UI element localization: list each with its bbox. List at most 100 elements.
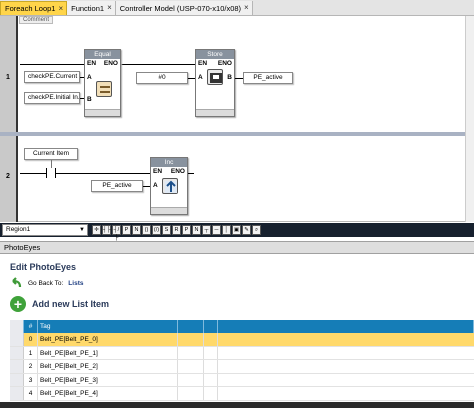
plus-icon: + [10,296,26,312]
en-port: EN [87,60,97,67]
var-pe-active-inc[interactable]: PE_active [91,180,143,192]
compare-icon [96,81,112,97]
reset-coil-icon[interactable]: R [172,225,181,235]
tab-foreach-loop1[interactable]: Foreach Loop1 × [0,1,68,15]
crosshair-icon[interactable]: ✛ [92,225,101,235]
coil-icon[interactable]: () [142,225,151,235]
row-cell-empty [218,374,474,387]
row-cell-empty [178,346,204,359]
equal-function-block[interactable]: Equal EN ENO A B [84,49,121,117]
document-tabstrip: Foreach Loop1 × Function1 × Controller M… [0,0,474,16]
row-tag[interactable]: Belt_PE[Belt_PE_1] [38,346,178,359]
tab-function1[interactable]: Function1 × [67,1,116,15]
table-row[interactable]: 3 Belt_PE[Belt_PE_3] [10,373,474,387]
go-back-label: Go Back To: [28,279,64,287]
row-tag[interactable]: Belt_PE[Belt_PE_0] [38,333,178,346]
block-ports: EN ENO [196,59,234,68]
row-tag[interactable]: Belt_PE[Belt_PE_3] [38,373,178,386]
table-row[interactable]: 2 Belt_PE[Belt_PE_2] [10,360,474,374]
row-tag[interactable]: Belt_PE[Belt_PE_2] [38,360,178,373]
wire-icon[interactable]: ─ [212,225,221,235]
coil-p-icon[interactable]: P [182,225,191,235]
list-items-grid: # Tag 0 Belt_PE[Belt_PE_0] 1 Belt_PE[Belt_P… [10,320,474,401]
var-check-initial[interactable]: checkPE.Initial In... [24,92,80,104]
store-function-block[interactable]: Store EN ENO A B [195,49,235,117]
tab-label: Function1 [71,3,105,13]
row-number: 1 [24,346,38,359]
block-icon[interactable]: ▣ [232,225,241,235]
region-dropdown[interactable]: Region1 ▼ [2,224,88,236]
rung-number: 2 [6,173,10,180]
close-icon[interactable]: × [58,4,63,13]
input-wire [188,78,195,79]
row-selector[interactable] [10,346,24,359]
block-footer [151,207,187,214]
var-current-item[interactable]: Current Item [24,148,78,160]
block-ports: EN ENO [151,167,187,176]
zoom-icon[interactable]: ⌕ [252,225,261,235]
inc-function-block[interactable]: Inc EN ENO A [150,157,188,215]
table-row[interactable]: 0 Belt_PE[Belt_PE_0] [10,333,474,347]
row-cell-empty [218,347,474,360]
contact-link [51,160,52,168]
row-number: 0 [24,333,38,346]
comment-icon[interactable]: ✎ [242,225,251,235]
column-header-empty [178,320,204,333]
increment-icon [162,178,178,194]
set-coil-icon[interactable]: S [162,225,171,235]
eno-port: ENO [103,60,118,67]
ladder-tool-icons: ✛ ┤├ ┤/├ P N () (/) S R P N ┬ ─ │ ▣ ✎ ⌕ [92,225,261,241]
table-row[interactable]: 4 Belt_PE[Belt_PE_4] [10,387,474,401]
row-selector[interactable] [10,387,24,400]
tab-controller-model[interactable]: Controller Model (USP-070-x10/x08) × [115,1,253,15]
row-cell-empty [178,333,204,346]
column-header-empty [218,320,474,333]
ladder-editor[interactable]: Comment 1 Equal EN ENO A B checkPE.Curre… [0,16,474,222]
row-cell-empty [178,360,204,373]
coil-neg-icon[interactable]: N [192,225,201,235]
contact-no-icon[interactable]: ┤├ [102,225,111,235]
region-value: Region1 [6,226,31,233]
page-title: Edit PhotoEyes [10,262,77,272]
close-icon[interactable]: × [244,4,249,12]
table-row[interactable]: 1 Belt_PE[Belt_PE_1] [10,346,474,360]
vertical-scrollbar[interactable] [465,16,474,222]
wire-v-icon[interactable]: │ [222,225,231,235]
eno-port: ENO [170,168,185,175]
en-port: EN [198,60,208,67]
row-selector[interactable] [10,373,24,386]
row-number: 3 [24,373,38,386]
input-wire [80,98,84,99]
row-cell-empty [218,333,474,346]
row-selector[interactable] [10,333,24,346]
rung-separator [0,132,474,136]
row-cell-empty [218,360,474,373]
column-header-tag[interactable]: Tag [38,320,178,333]
output-b-port: B [227,74,232,81]
coil-n-icon[interactable]: (/) [152,225,161,235]
row-selector[interactable] [10,360,24,373]
go-back-link[interactable]: Lists [68,280,83,287]
var-check-current[interactable]: checkPE.Current ... [24,71,80,83]
var-const-zero[interactable]: #0 [136,72,188,84]
var-pe-active-store[interactable]: PE_active [243,72,293,84]
contact-n-icon[interactable]: N [132,225,141,235]
contact-left-icon[interactable] [46,168,47,178]
comment-tag[interactable]: Comment [19,16,54,24]
row-tag[interactable]: Belt_PE[Belt_PE_4] [38,387,178,400]
column-header-empty [204,320,218,333]
grid-header: # Tag [10,320,474,333]
power-wire [20,173,46,174]
block-ports: EN ENO [85,59,120,68]
block-footer [196,109,234,116]
column-header-num[interactable]: # [24,320,38,333]
grid-rows: 0 Belt_PE[Belt_PE_0] 1 Belt_PE[Belt_PE_1] 2 B… [10,333,474,401]
close-icon[interactable]: × [107,4,112,12]
row-cell-empty [218,387,474,400]
contact-p-icon[interactable]: P [122,225,131,235]
back-arrow-icon[interactable] [10,276,23,290]
branch-icon[interactable]: ┬ [202,225,211,235]
input-b-port: B [87,96,92,103]
add-list-item-button[interactable]: + Add new List Item [10,296,109,312]
contact-nc-icon[interactable]: ┤/├ [112,225,121,241]
